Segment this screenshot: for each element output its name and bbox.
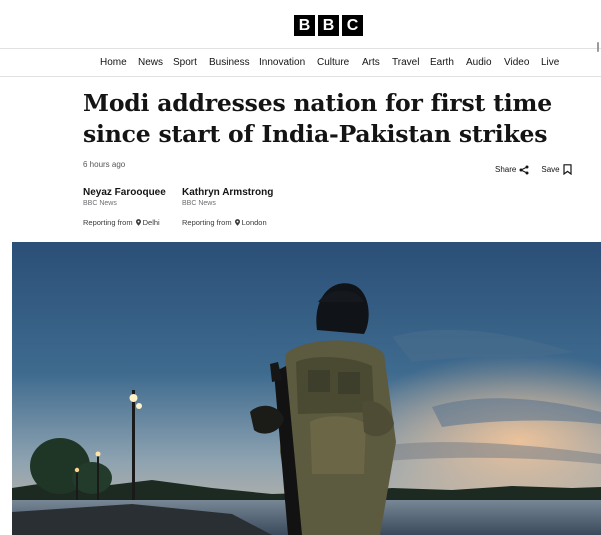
nav-item-news[interactable]: News xyxy=(138,57,163,68)
nav-item-travel[interactable]: Travel xyxy=(392,57,419,68)
nav-divider xyxy=(0,76,601,77)
masthead: B B C xyxy=(0,0,601,48)
nav-item-video[interactable]: Video xyxy=(504,57,529,68)
logo-letter-c: C xyxy=(342,15,363,36)
author-name[interactable]: Neyaz Farooquee xyxy=(83,187,166,198)
logo-letter-b2: B xyxy=(318,15,339,36)
nav-item-sport[interactable]: Sport xyxy=(173,57,197,68)
hero-image xyxy=(12,242,601,535)
article-actions: Share Save xyxy=(495,164,572,175)
article-headline: Modi addresses nation for first time sin… xyxy=(83,89,552,148)
save-label: Save xyxy=(541,165,560,174)
bookmark-icon xyxy=(562,164,572,175)
author-neyaz-farooquee: Neyaz Farooquee BBC News xyxy=(83,187,166,207)
reporting-location-delhi: Reporting from Delhi xyxy=(83,218,160,227)
author-organisation: BBC News xyxy=(182,200,216,207)
share-icon xyxy=(519,165,529,174)
bbc-logo[interactable]: B B C xyxy=(294,15,363,36)
author-name[interactable]: Kathryn Armstrong xyxy=(182,187,273,198)
share-button[interactable]: Share xyxy=(495,165,529,175)
reporting-location-london: Reporting from London xyxy=(182,218,267,227)
author-kathryn-armstrong: Kathryn Armstrong BBC News xyxy=(182,187,273,207)
nav-item-business[interactable]: Business xyxy=(209,57,250,68)
reporting-prefix: Reporting from xyxy=(83,218,133,227)
author-organisation: BBC News xyxy=(83,200,117,207)
hero-photo-soldier-at-dusk xyxy=(12,242,601,535)
nav-item-innovation[interactable]: Innovation xyxy=(259,57,305,68)
share-label: Share xyxy=(495,165,517,174)
reporting-location: Delhi xyxy=(142,218,160,227)
reporting-location: London xyxy=(241,218,267,227)
location-pin-icon xyxy=(234,219,240,226)
nav-item-live[interactable]: Live xyxy=(541,57,559,68)
article-timestamp: 6 hours ago xyxy=(83,160,126,169)
save-button[interactable]: Save xyxy=(541,164,572,175)
main-navigation: Home News Sport Business Innovation Cult… xyxy=(0,49,601,76)
nav-item-culture[interactable]: Culture xyxy=(317,57,349,68)
nav-item-arts[interactable]: Arts xyxy=(362,57,380,68)
logo-letter-b1: B xyxy=(294,15,315,36)
reporting-prefix: Reporting from xyxy=(182,218,232,227)
nav-item-earth[interactable]: Earth xyxy=(430,57,454,68)
location-pin-icon xyxy=(135,219,141,226)
nav-item-home[interactable]: Home xyxy=(100,57,127,68)
nav-item-audio[interactable]: Audio xyxy=(466,57,492,68)
